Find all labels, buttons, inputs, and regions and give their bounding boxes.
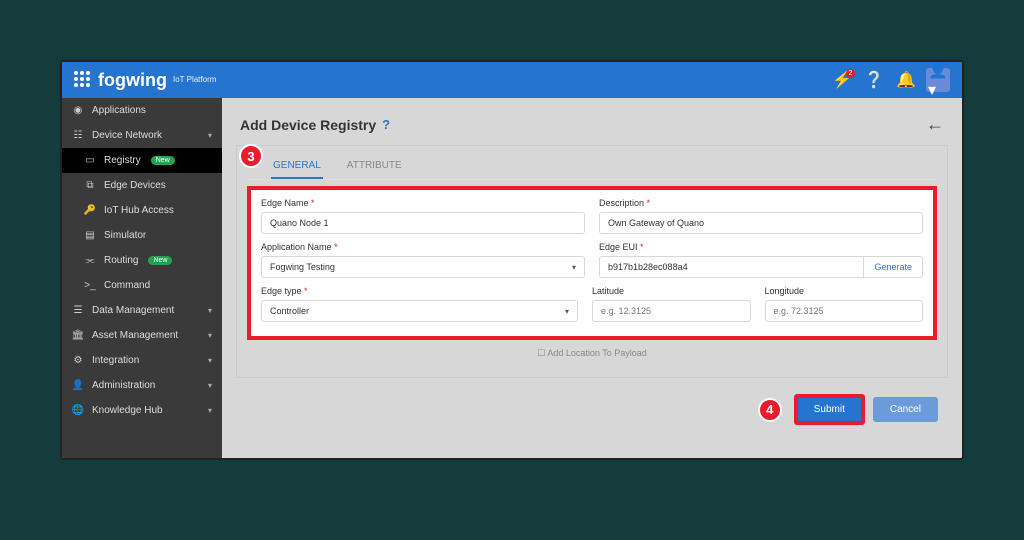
sidebar-item-asset-mgmt[interactable]: 🏛Asset Management▾ xyxy=(62,323,222,348)
back-arrow-icon[interactable]: ← xyxy=(926,114,944,135)
description-input[interactable] xyxy=(599,212,923,234)
app-name-select[interactable]: Fogwing Testing▾ xyxy=(261,256,585,278)
notif-badge: 2 xyxy=(846,69,855,78)
tab-attribute[interactable]: ATTRIBUTE xyxy=(345,154,404,179)
chevron-down-icon: ▾ xyxy=(208,381,212,390)
database-icon: ☰ xyxy=(72,305,84,316)
form-actions: 4 Submit Cancel xyxy=(222,388,962,435)
callout-marker-3: 3 xyxy=(239,144,263,168)
devices-icon: ⧉ xyxy=(84,180,96,191)
sidebar-item-simulator[interactable]: ▤Simulator xyxy=(62,223,222,248)
chevron-down-icon: ▾ xyxy=(208,406,212,415)
sidebar-item-applications[interactable]: ◉Applications xyxy=(62,98,222,123)
latitude-input[interactable] xyxy=(592,300,751,322)
edge-eui-input[interactable] xyxy=(599,256,864,278)
sidebar-item-iot-hub[interactable]: 🔑IoT Hub Access xyxy=(62,198,222,223)
longitude-label: Longitude xyxy=(765,286,924,296)
topbar: fogwing IoT Platform ⚡2 ❔ 🔔 👤▾ xyxy=(62,62,962,98)
user-menu[interactable]: 👤▾ xyxy=(926,68,950,92)
sidebar-item-device-network[interactable]: ☷Device Network▾ xyxy=(62,123,222,148)
page-title: Add Device Registry xyxy=(240,117,376,133)
registry-icon: ▭ xyxy=(84,155,96,166)
bell-icon[interactable]: 🔔 xyxy=(894,68,918,92)
sidebar-item-routing[interactable]: ⫘RoutingNew xyxy=(62,248,222,273)
network-icon: ☷ xyxy=(72,130,84,141)
lightning-icon[interactable]: ⚡2 xyxy=(830,68,854,92)
asset-icon: 🏛 xyxy=(72,330,84,341)
chevron-down-icon: ▾ xyxy=(572,263,576,272)
edge-eui-label: Edge EUI * xyxy=(599,242,923,252)
grid-dots-icon xyxy=(74,71,92,89)
app-window: fogwing IoT Platform ⚡2 ❔ 🔔 👤▾ ◉Applicat… xyxy=(60,60,964,460)
share-icon: ⫘ xyxy=(84,255,96,266)
brand-name: fogwing xyxy=(98,70,167,91)
sidebar: ◉Applications ☷Device Network▾ ▭Registry… xyxy=(62,98,222,458)
latitude-label: Latitude xyxy=(592,286,751,296)
sidebar-item-integration[interactable]: ⚙Integration▾ xyxy=(62,348,222,373)
gear-icon: ⚙ xyxy=(72,355,84,366)
main-content: Add Device Registry ? ← 3 GENERAL ATTRIB… xyxy=(222,98,962,458)
edge-name-input[interactable] xyxy=(261,212,585,234)
brand-logo[interactable]: fogwing IoT Platform xyxy=(74,70,216,91)
help-icon[interactable]: ? xyxy=(382,117,390,132)
tab-general[interactable]: GENERAL xyxy=(271,154,323,179)
sidebar-item-admin[interactable]: 👤Administration▾ xyxy=(62,373,222,398)
help-icon[interactable]: ❔ xyxy=(862,68,886,92)
brand-sub: IoT Platform xyxy=(173,76,216,84)
terminal-icon: >_ xyxy=(84,280,96,291)
longitude-input[interactable] xyxy=(765,300,924,322)
page-header: Add Device Registry ? ← xyxy=(222,98,962,145)
form-highlight: Edge Name * Description * Application Na… xyxy=(247,186,937,340)
cancel-button[interactable]: Cancel xyxy=(873,397,938,422)
tabs: GENERAL ATTRIBUTE xyxy=(247,154,937,180)
new-badge: New xyxy=(148,256,172,265)
form-card: 3 GENERAL ATTRIBUTE Edge Name * Descript… xyxy=(236,145,948,378)
callout-marker-4: 4 xyxy=(758,398,782,422)
generate-button[interactable]: Generate xyxy=(864,256,923,278)
edge-type-label: Edge type * xyxy=(261,286,578,296)
edge-type-select[interactable]: Controller▾ xyxy=(261,300,578,322)
chevron-down-icon: ▾ xyxy=(208,331,212,340)
sidebar-item-registry[interactable]: ▭RegistryNew xyxy=(62,148,222,173)
new-badge: New xyxy=(151,156,175,165)
chevron-down-icon: ▾ xyxy=(208,131,212,140)
chevron-down-icon: ▾ xyxy=(565,307,569,316)
sidebar-item-knowledge[interactable]: 🌐Knowledge Hub▾ xyxy=(62,398,222,423)
key-icon: 🔑 xyxy=(84,205,96,216)
simulator-icon: ▤ xyxy=(84,230,96,241)
chevron-down-icon: ▾ xyxy=(208,356,212,365)
chevron-down-icon: ▾ xyxy=(208,306,212,315)
sidebar-item-data-mgmt[interactable]: ☰Data Management▾ xyxy=(62,298,222,323)
globe-icon: 🌐 xyxy=(72,405,84,416)
add-location-checkbox[interactable]: ☐ Add Location To Payload xyxy=(247,348,937,359)
submit-button[interactable]: Submit xyxy=(794,394,865,425)
description-label: Description * xyxy=(599,198,923,208)
edge-name-label: Edge Name * xyxy=(261,198,585,208)
app-name-label: Application Name * xyxy=(261,242,585,252)
apps-icon: ◉ xyxy=(72,105,84,116)
sidebar-item-command[interactable]: >_Command xyxy=(62,273,222,298)
sidebar-item-edge-devices[interactable]: ⧉Edge Devices xyxy=(62,173,222,198)
admin-icon: 👤 xyxy=(72,380,84,391)
